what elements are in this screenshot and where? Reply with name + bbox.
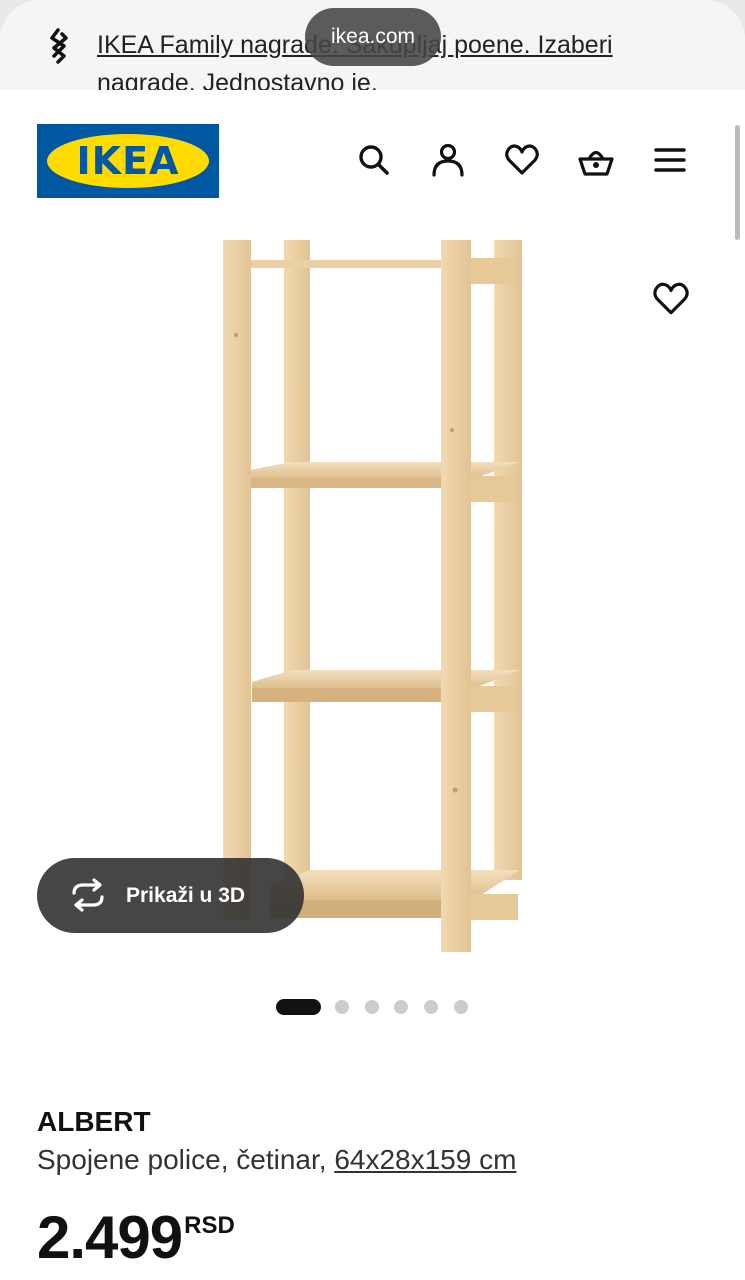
- add-to-favorites-icon[interactable]: [652, 280, 690, 318]
- site-header: IKEA: [0, 90, 745, 230]
- view-3d-button[interactable]: Prikaži u 3D: [37, 858, 304, 933]
- rotate-3d-icon: [69, 878, 107, 912]
- page: IKEA Family nagrade: Sakupljaj poene. Iz…: [0, 0, 745, 1280]
- carousel-dot[interactable]: [424, 1000, 438, 1014]
- link-icon: [44, 26, 74, 66]
- scrollbar[interactable]: [735, 125, 740, 240]
- price-currency: RSD: [184, 1212, 235, 1239]
- price-amount: 2.499: [37, 1204, 183, 1271]
- carousel-indicator: [276, 998, 476, 1015]
- carousel-dot-active[interactable]: [276, 999, 321, 1015]
- view-3d-label: Prikaži u 3D: [126, 884, 246, 907]
- search-icon[interactable]: [356, 142, 392, 178]
- user-icon[interactable]: [430, 142, 466, 178]
- carousel-dot[interactable]: [394, 1000, 408, 1014]
- carousel-dot[interactable]: [454, 1000, 468, 1014]
- product-description: Spojene police, četinar, 64x28x159 cm: [37, 1141, 516, 1179]
- product-name: ALBERT: [37, 1106, 151, 1137]
- url-pill[interactable]: ikea.com: [305, 8, 441, 66]
- basket-icon[interactable]: [578, 142, 614, 178]
- logo-text: IKEA: [76, 139, 180, 183]
- carousel-dot[interactable]: [335, 1000, 349, 1014]
- menu-icon[interactable]: [652, 142, 688, 178]
- product-dimensions-link[interactable]: 64x28x159 cm: [334, 1144, 516, 1175]
- product-type: Spojene police, četinar,: [37, 1144, 327, 1175]
- product-price: 2.499RSD: [37, 1200, 235, 1276]
- ikea-logo[interactable]: IKEA: [37, 124, 219, 198]
- carousel-dot[interactable]: [365, 1000, 379, 1014]
- product-gallery[interactable]: Prikaži u 3D: [0, 230, 745, 980]
- heart-icon[interactable]: [504, 142, 540, 178]
